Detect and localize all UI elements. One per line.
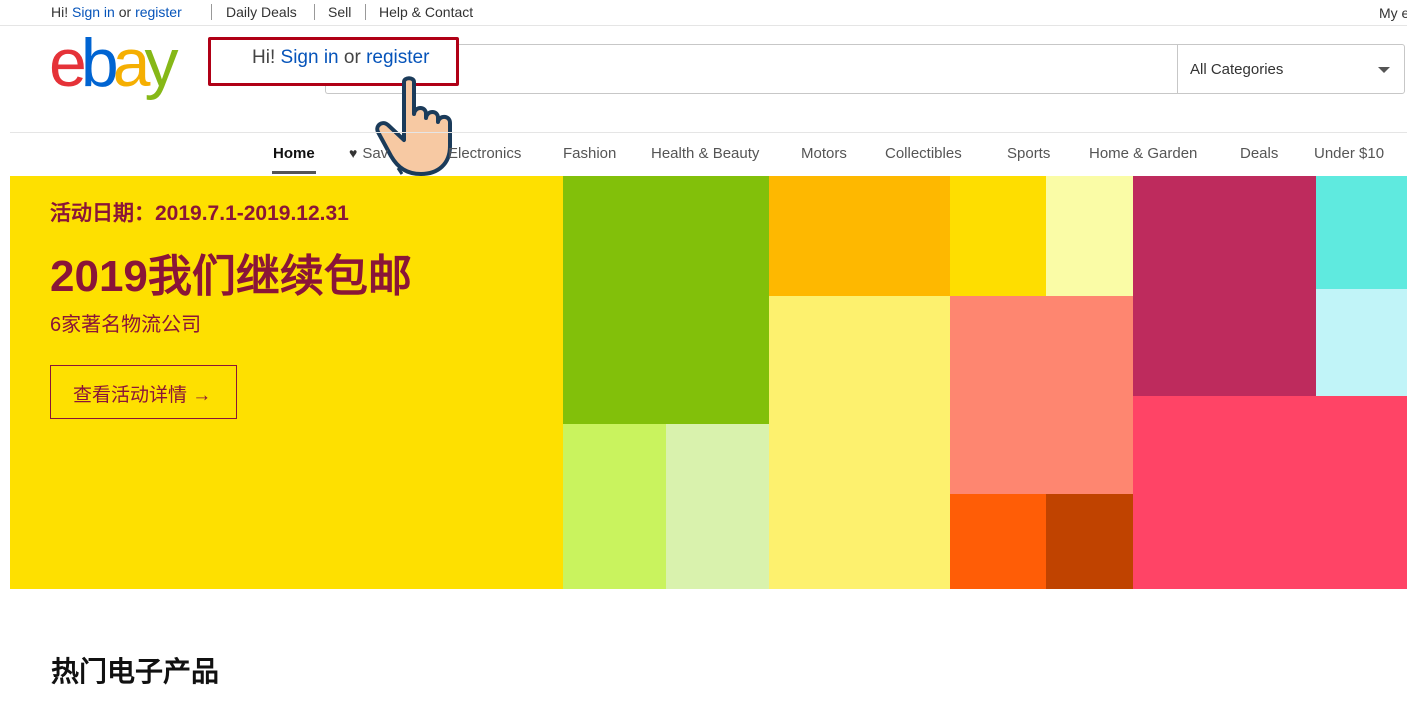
chevron-down-icon xyxy=(1378,67,1390,73)
category-select[interactable]: All Categories xyxy=(1177,44,1405,94)
mosaic-tile xyxy=(1133,396,1407,589)
category-nav: Home ♥ Sav Electronics Fashion Health & B… xyxy=(0,133,1407,176)
callout-or: or xyxy=(343,47,361,68)
logo-letter-e: e xyxy=(49,34,84,100)
sign-in-link[interactable]: Sign in xyxy=(72,4,115,20)
tab-under-10[interactable]: Under $10 xyxy=(1314,145,1384,162)
category-value: All Categories xyxy=(1190,61,1284,78)
mosaic-tile xyxy=(563,176,769,424)
heart-icon: ♥ xyxy=(349,145,358,161)
callout-register-link[interactable]: register xyxy=(366,47,429,68)
logo-letter-y: y xyxy=(144,34,178,100)
daily-deals-link[interactable]: Daily Deals xyxy=(226,4,297,20)
greeting-text: Hi! xyxy=(51,4,69,20)
callout-greeting: Hi! xyxy=(252,47,276,68)
tab-motors[interactable]: Motors xyxy=(801,145,847,162)
mosaic-tile xyxy=(1046,176,1133,296)
my-ebay-link[interactable]: My e xyxy=(1379,5,1407,21)
tab-health-beauty[interactable]: Health & Beauty xyxy=(651,145,759,162)
tab-collectibles[interactable]: Collectibles xyxy=(885,145,962,162)
register-link[interactable]: register xyxy=(135,4,182,20)
hero-date: 活动日期：2019.7.1-2019.12.31 xyxy=(50,202,349,225)
logo-letter-b: b xyxy=(81,34,116,100)
or-text: or xyxy=(118,4,132,20)
callout-sign-in-link[interactable]: Sign in xyxy=(281,47,339,68)
view-details-button[interactable]: 查看活动详情 → xyxy=(50,365,237,419)
tab-saved-label: Sav xyxy=(362,145,389,162)
mosaic-tile xyxy=(1046,494,1133,589)
mosaic-tile xyxy=(769,176,950,296)
tab-sports[interactable]: Sports xyxy=(1007,145,1050,162)
greeting: Hi! Sign in or register xyxy=(51,4,182,20)
tab-saved[interactable]: ♥ Sav xyxy=(349,145,388,162)
hero-banner[interactable]: 活动日期：2019.7.1-2019.12.31 2019我们继续包邮 6家著名… xyxy=(10,176,1407,589)
mosaic-tile xyxy=(769,296,950,589)
hero-subtitle: 6家著名物流公司 xyxy=(50,314,202,336)
tab-fashion[interactable]: Fashion xyxy=(563,145,616,162)
top-utility-bar: Hi! Sign in or register Daily Deals Sell… xyxy=(0,0,1407,26)
tab-electronics[interactable]: Electronics xyxy=(448,145,521,162)
hero-title: 2019我们继续包邮 xyxy=(50,252,412,301)
tab-home-garden[interactable]: Home & Garden xyxy=(1089,145,1197,162)
svg-text:ebay: ebay xyxy=(49,34,178,100)
help-contact-link[interactable]: Help & Contact xyxy=(379,4,473,20)
mosaic-tile xyxy=(666,424,769,589)
mosaic-tile xyxy=(950,494,1046,589)
mosaic-tile xyxy=(950,176,1046,296)
mosaic-tile xyxy=(950,296,1133,494)
separator xyxy=(314,4,315,20)
sell-link[interactable]: Sell xyxy=(328,4,351,20)
callout-text: Hi! Sign in or register xyxy=(252,47,429,69)
separator xyxy=(211,4,212,20)
section-title: 热门电子产品 xyxy=(51,656,220,687)
tab-home[interactable]: Home xyxy=(273,145,315,162)
tab-deals[interactable]: Deals xyxy=(1240,145,1278,162)
ebay-logo[interactable]: ebay xyxy=(49,34,199,100)
mosaic-tile xyxy=(1133,176,1316,396)
active-tab-indicator xyxy=(272,171,316,174)
mosaic-tile xyxy=(1316,289,1407,396)
mosaic-tile xyxy=(563,424,666,589)
mosaic-tile xyxy=(1316,176,1407,289)
separator xyxy=(365,4,366,20)
